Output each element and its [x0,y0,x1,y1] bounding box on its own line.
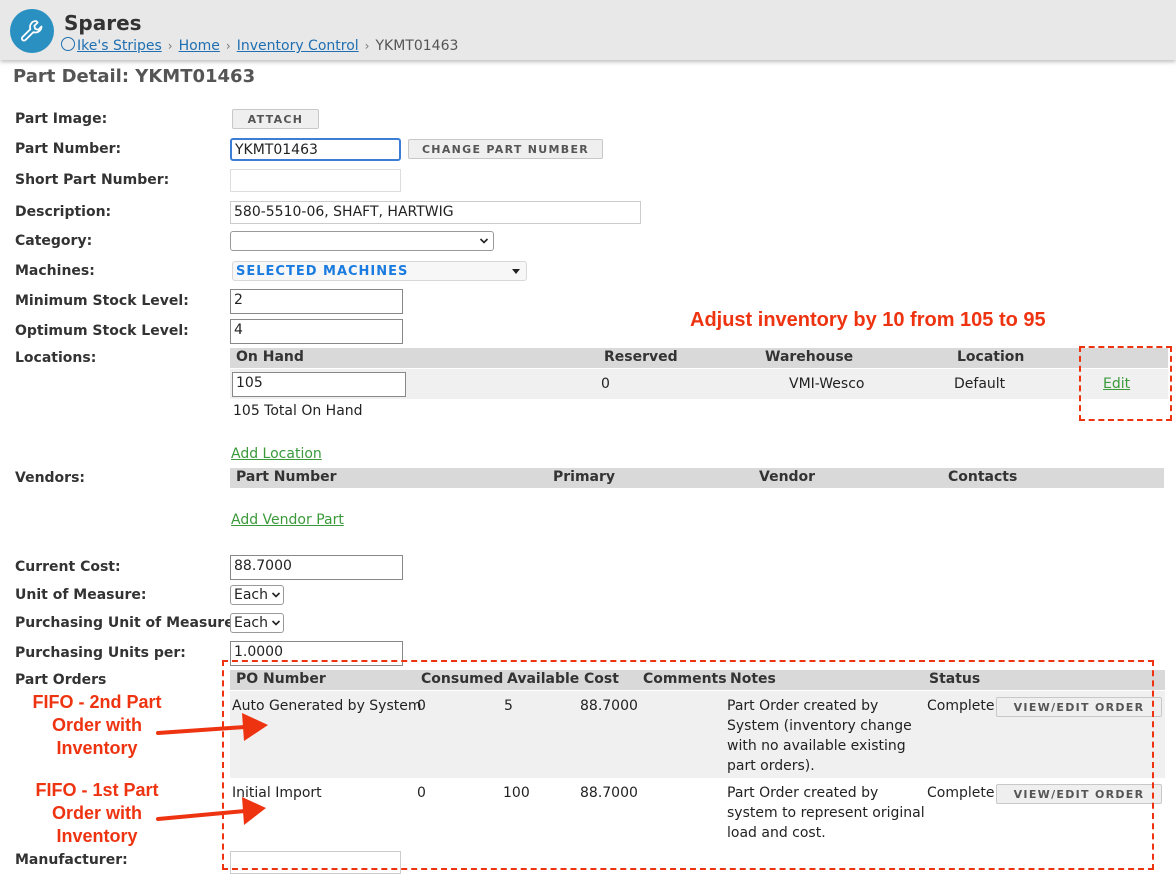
attach-button[interactable]: ATTACH [232,109,319,129]
breadcrumb-inventory-control[interactable]: Inventory Control [237,38,359,54]
col-contacts: Contacts [948,469,1018,485]
globe-icon [61,37,75,51]
location-value: Default [954,376,1006,392]
app-logo[interactable] [10,9,54,53]
col-warehouse: Warehouse [765,349,854,365]
vendors-label: Vendors: [15,470,86,486]
col-reserved: Reserved [604,349,678,365]
part-image-label: Part Image: [15,111,108,127]
machines-label: Machines: [15,263,95,279]
col-location: Location [957,349,1025,365]
machines-select[interactable]: SELECTED MACHINES [232,261,527,281]
breadcrumb: Ike's Stripes › Home › Inventory Control › YKM… [61,37,458,54]
current-cost-input[interactable]: 88.7000 [230,555,403,580]
annotation-arrow-icon [156,713,268,741]
change-part-number-button[interactable]: CHANGE PART NUMBER [408,139,603,159]
wrench-icon [21,20,43,42]
unit-of-measure-label: Unit of Measure: [15,587,147,603]
total-on-hand: 105 Total On Hand [233,403,363,419]
part-number-label: Part Number: [15,141,122,157]
col-primary: Primary [553,469,616,485]
minimum-stock-input[interactable]: 2 [230,289,403,314]
category-label: Category: [15,233,93,249]
optimum-stock-label: Optimum Stock Level: [15,323,189,339]
breadcrumb-current: YKMT01463 [375,38,459,54]
locations-table-header: On Hand Reserved Warehouse Location [230,348,1168,368]
app-title: Spares [64,11,142,35]
add-location-link[interactable]: Add Location [231,446,322,462]
minimum-stock-label: Minimum Stock Level: [15,293,189,309]
annotation-part-orders-highlight [222,660,1154,870]
unit-of-measure-value: Each [234,587,268,603]
col-part-number: Part Number [236,469,337,485]
chevron-right-icon: › [167,39,173,53]
chevron-down-icon [271,592,281,598]
reserved-value: 0 [601,376,610,392]
unit-of-measure-select[interactable]: Each [230,585,284,605]
caret-down-icon [512,269,520,274]
locations-label: Locations: [15,350,97,366]
vendors-table-header: Part Number Primary Vendor Contacts [230,468,1164,488]
on-hand-input[interactable]: 105 [232,372,406,397]
purchasing-unit-of-measure-value: Each [234,615,268,631]
chevron-down-icon [271,620,281,626]
category-select[interactable] [230,231,494,251]
col-vendor: Vendor [759,469,816,485]
short-part-number-input[interactable] [230,169,401,192]
chevron-right-icon: › [225,39,231,53]
annotation-edit-highlight [1079,346,1172,421]
description-label: Description: [15,204,112,220]
part-number-input[interactable]: YKMT01463 [230,138,401,161]
page-title: Part Detail: YKMT01463 [13,66,256,87]
top-bar: Spares Ike's Stripes › Home › Inventory Cont… [0,0,1176,60]
annotation-arrow-icon [156,797,266,825]
warehouse-value: VMI-Wesco [789,376,865,392]
description-input[interactable]: 580-5510-06, SHAFT, HARTWIG [230,201,641,224]
breadcrumb-site[interactable]: Ike's Stripes [77,38,162,54]
machines-value: SELECTED MACHINES [236,264,409,279]
chevron-right-icon: › [364,39,370,53]
purchasing-units-per-label: Purchasing Units per: [15,645,186,661]
purchasing-unit-of-measure-select[interactable]: Each [230,613,284,633]
purchasing-unit-of-measure-label: Purchasing Unit of Measure: [15,615,240,631]
breadcrumb-home[interactable]: Home [179,38,220,54]
col-on-hand: On Hand [236,349,304,365]
short-part-number-label: Short Part Number: [15,172,170,188]
current-cost-label: Current Cost: [15,559,121,575]
optimum-stock-input[interactable]: 4 [230,319,403,344]
add-vendor-part-link[interactable]: Add Vendor Part [231,512,344,528]
manufacturer-label: Manufacturer: [15,852,128,868]
chevron-down-icon [479,238,489,244]
part-orders-label: Part Orders [15,672,107,688]
annotation-adjust-inventory: Adjust inventory by 10 from 105 to 95 [690,309,1046,331]
